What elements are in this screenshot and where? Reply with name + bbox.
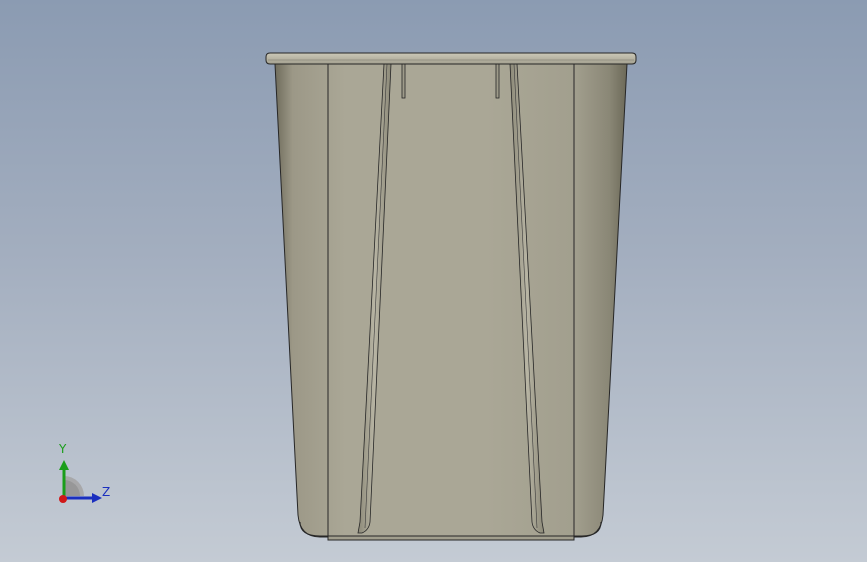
left-notch	[401, 63, 406, 99]
bin-rim[interactable]	[265, 52, 637, 65]
model-canvas[interactable]	[0, 0, 867, 562]
bin-foot	[327, 535, 575, 541]
orientation-triad: Y Z	[50, 438, 120, 513]
graphics-viewport[interactable]: Y Z	[0, 0, 867, 562]
y-axis-label: Y	[59, 442, 67, 456]
right-notch	[495, 63, 500, 99]
z-axis-label: Z	[102, 485, 111, 499]
